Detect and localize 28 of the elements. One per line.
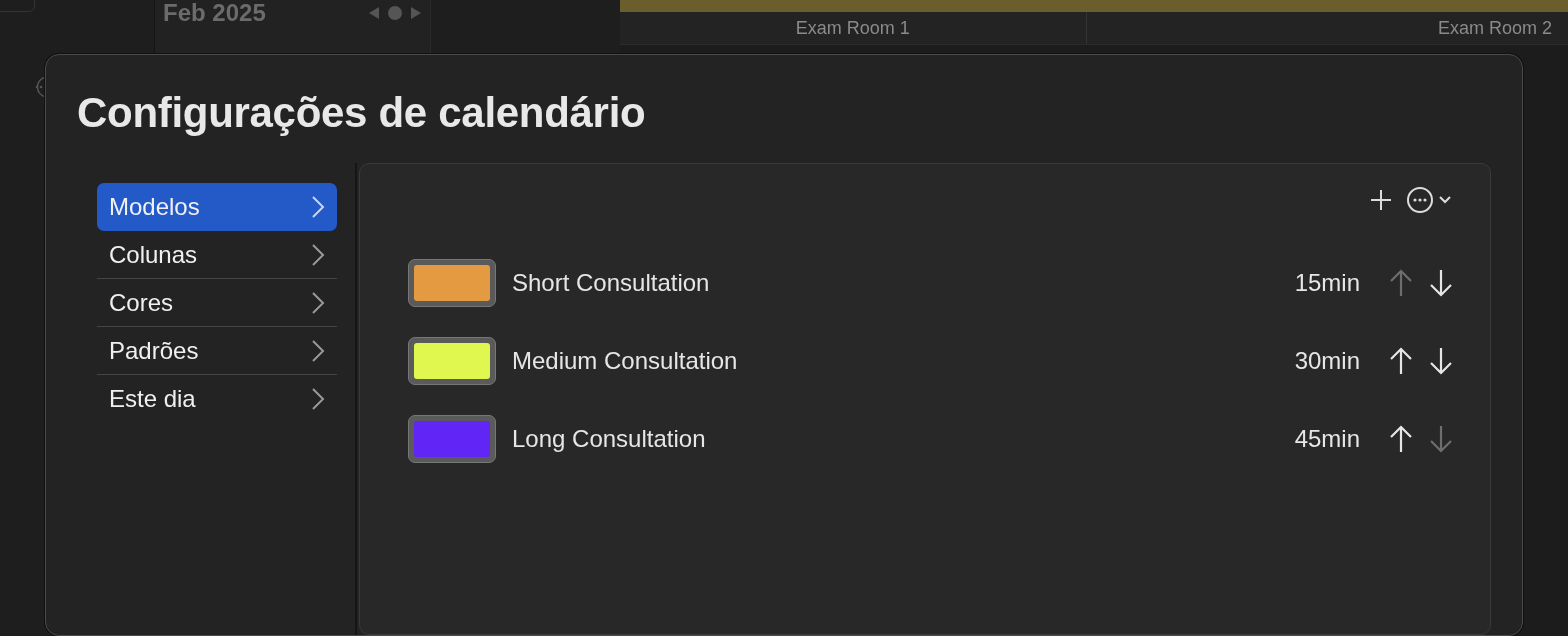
template-duration: 45min xyxy=(1294,424,1360,454)
sidebar-item[interactable]: Padrões xyxy=(97,327,337,375)
template-duration: 30min xyxy=(1294,346,1360,376)
template-duration: 15min xyxy=(1294,268,1360,298)
add-button[interactable] xyxy=(1370,189,1392,211)
chevron-icon xyxy=(311,338,325,363)
plus-icon xyxy=(1370,189,1392,211)
template-name: Long Consultation xyxy=(512,424,707,454)
dialog-title: Configurações de calendário xyxy=(77,88,647,138)
sidebar-item[interactable]: Cores xyxy=(97,279,337,327)
chevron-icon xyxy=(311,290,325,315)
template-name: Short Consultation xyxy=(512,268,711,298)
month-label: Feb 2025 xyxy=(163,0,266,26)
template-name: Medium Consultation xyxy=(512,346,739,376)
color-swatch[interactable] xyxy=(408,259,496,307)
next-icon xyxy=(410,6,422,20)
today-icon xyxy=(388,6,402,20)
sidebar-item[interactable]: Colunas xyxy=(97,231,337,279)
chevron-icon xyxy=(311,242,325,267)
color-swatch[interactable] xyxy=(408,337,496,385)
sidebar-item[interactable]: Este dia xyxy=(97,375,337,423)
color-swatch[interactable] xyxy=(408,415,496,463)
sidebar-item[interactable]: Modelos xyxy=(97,183,337,231)
previous-icon xyxy=(368,6,380,20)
chevron-icon xyxy=(311,387,325,411)
column-header: Exam Room 2 xyxy=(1437,16,1552,40)
column-header: Exam Room 1 xyxy=(795,16,910,40)
chevron-icon xyxy=(311,195,325,219)
